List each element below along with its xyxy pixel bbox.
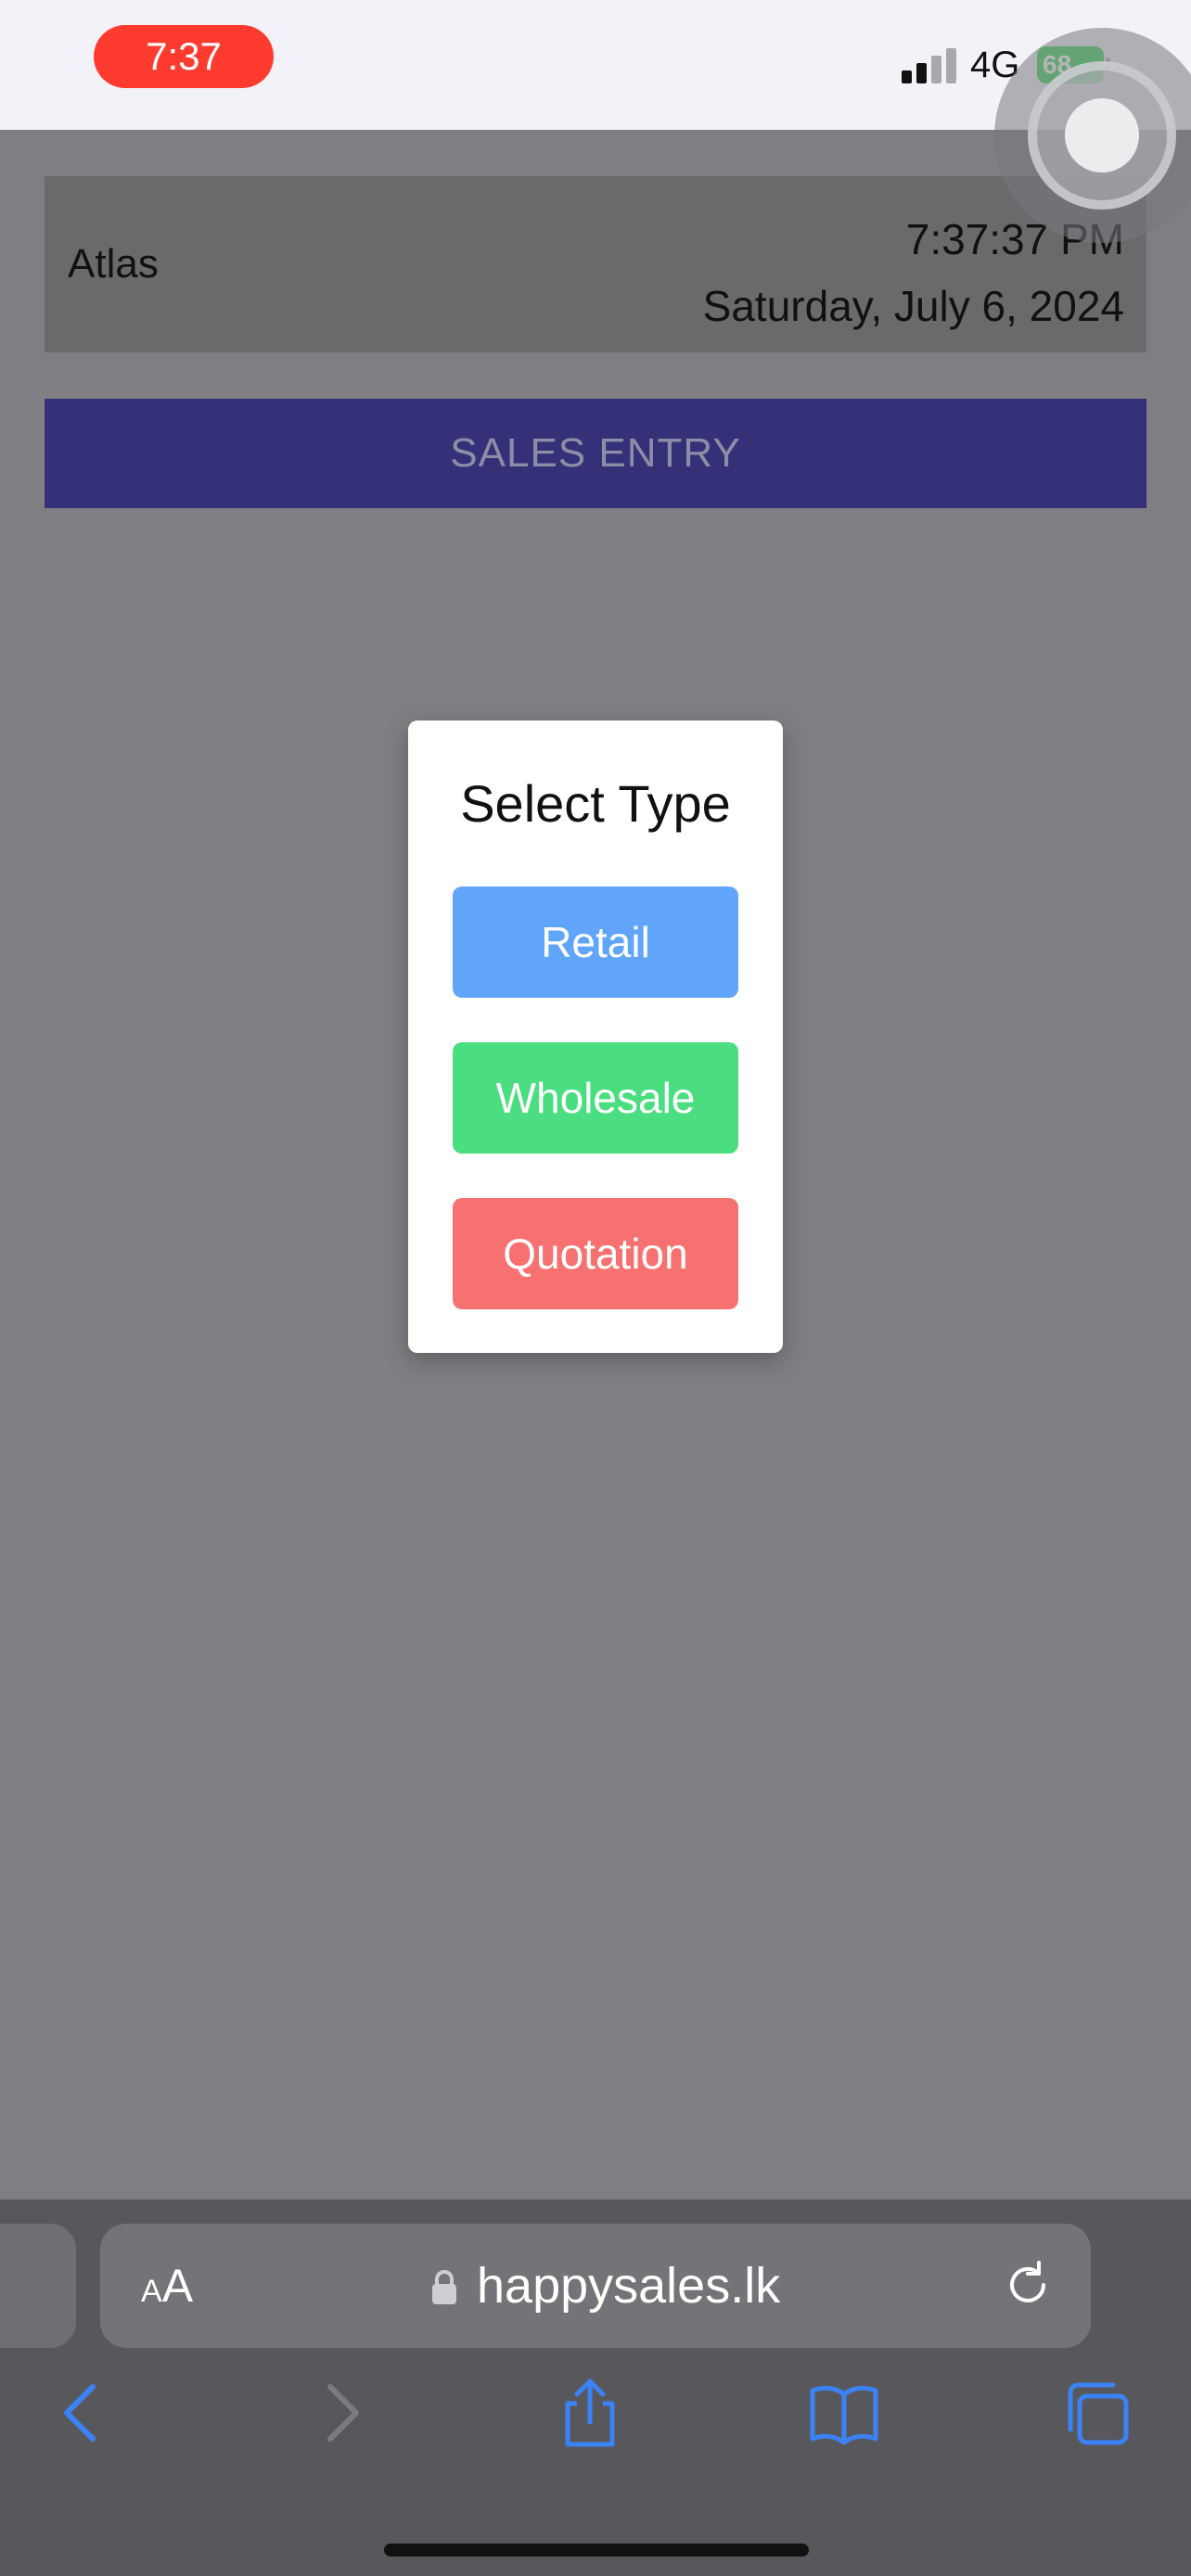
cellular-signal-icon [902,48,957,83]
reader-small-a: A [141,2274,162,2309]
quotation-button[interactable]: Quotation [453,1198,738,1309]
shop-name: Atlas [68,241,159,287]
reader-large-a: A [161,2260,194,2312]
retail-button[interactable]: Retail [453,886,738,998]
browser-toolbar: AA happysales.lk [0,2200,1191,2576]
reader-settings-button[interactable]: AA [141,2259,193,2313]
address-bar[interactable]: AA happysales.lk [100,2224,1091,2348]
bookmarks-icon[interactable] [807,2376,881,2450]
home-indicator[interactable] [384,2544,809,2557]
select-type-dialog: Select Type Retail Wholesale Quotation [408,721,783,1353]
back-icon[interactable] [45,2376,119,2450]
share-icon[interactable] [553,2376,627,2450]
header-date: Saturday, July 6, 2024 [702,282,1124,330]
app-header: Atlas 7:37:37 PM Saturday, July 6, 2024 [45,176,1146,352]
dialog-title: Select Type [460,774,731,833]
reload-icon[interactable] [1000,2257,1056,2313]
tabs-icon[interactable] [1061,2376,1135,2450]
status-time[interactable]: 7:37 [94,25,274,88]
previous-tab-peek[interactable] [0,2224,76,2348]
forward-icon [327,2384,359,2442]
lock-icon [432,2270,456,2304]
wholesale-button[interactable]: Wholesale [453,1042,738,1154]
url-text[interactable]: happysales.lk [477,2257,780,2315]
sales-entry-banner[interactable]: SALES ENTRY [45,399,1146,508]
